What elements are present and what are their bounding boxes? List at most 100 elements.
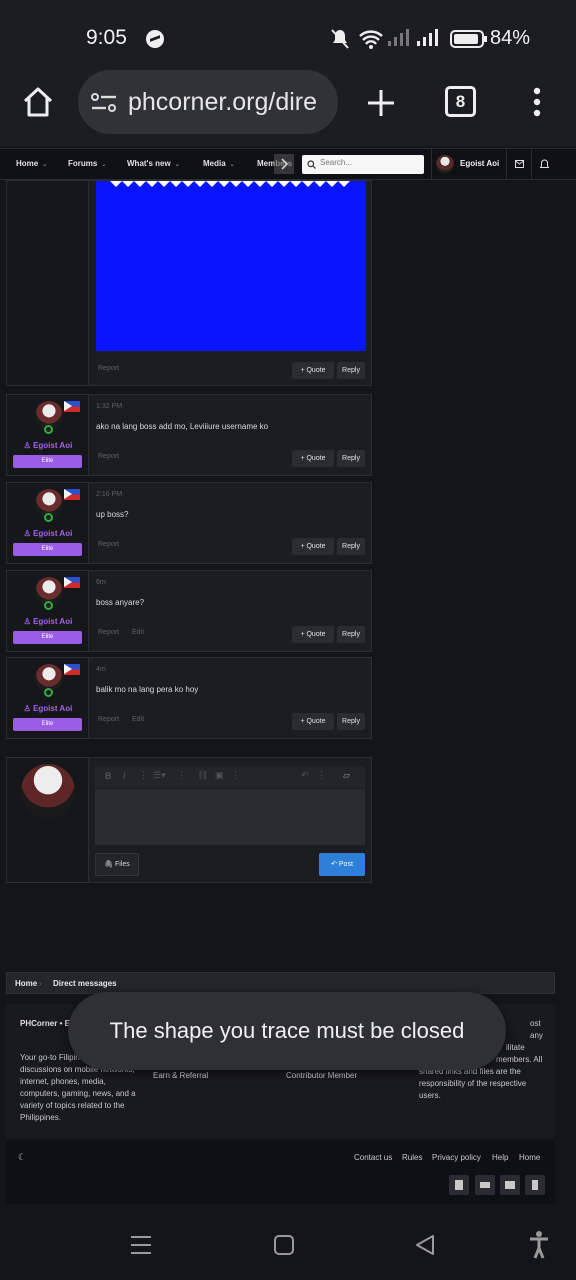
italic-icon[interactable]: I: [123, 771, 126, 781]
message-editor[interactable]: [95, 789, 365, 845]
tab-switcher-button[interactable]: 8: [445, 86, 476, 117]
online-status-icon: [44, 601, 53, 610]
home-nav-icon[interactable]: [273, 1234, 295, 1256]
avatar: [436, 155, 454, 173]
account-menu[interactable]: Egoist Aoi: [431, 149, 506, 179]
photos-icon[interactable]: [500, 1175, 520, 1195]
menu-icon[interactable]: [475, 1175, 495, 1195]
breadcrumb: Home › Direct messages: [6, 972, 555, 994]
breadcrumb-current[interactable]: Direct messages: [53, 979, 117, 988]
reply-button[interactable]: Reply: [337, 362, 365, 379]
new-tab-icon[interactable]: [366, 88, 396, 118]
footer-link-help[interactable]: Help: [492, 1153, 508, 1162]
signal-icon-2: [417, 29, 438, 46]
document-icon[interactable]: [525, 1175, 545, 1195]
editor-toolbar: B I ⋮ ☰▾ ⋮ ⛓ ▣ ⋮ ↶ ⋮ ▱: [95, 766, 365, 788]
messenger-icon: [146, 30, 164, 48]
quote-button[interactable]: + Quote: [292, 713, 334, 730]
footer-link-home[interactable]: Home: [519, 1153, 540, 1162]
quote-button[interactable]: + Quote: [292, 362, 334, 379]
post-author[interactable]: ♙ Egoist Aoi: [7, 441, 89, 450]
browser-toolbar: phcorner.org/dire 8: [0, 66, 576, 146]
url-bar[interactable]: phcorner.org/dire: [78, 70, 338, 134]
inbox-button[interactable]: [506, 149, 531, 179]
post-button[interactable]: ↶ Post: [319, 853, 365, 876]
nav-scroll-right-icon[interactable]: [274, 154, 294, 174]
toast-notification: The shape you trace must be closed: [68, 992, 506, 1070]
footer-link-rules[interactable]: Rules: [402, 1153, 422, 1162]
battery-icon: [450, 30, 487, 48]
message-post-partial: Report + Quote Reply: [6, 180, 372, 386]
alerts-button[interactable]: [531, 149, 556, 179]
more-options-icon[interactable]: ⋮: [231, 770, 240, 781]
post-message: balik mo na lang pera ko hoy: [96, 685, 199, 694]
report-link[interactable]: Report: [98, 541, 119, 548]
home-icon[interactable]: [22, 86, 54, 118]
post-time[interactable]: 6m: [96, 579, 106, 586]
nav-media[interactable]: Media ⌄: [203, 159, 235, 168]
post-author[interactable]: ♙ Egoist Aoi: [7, 529, 89, 538]
philippines-flag-icon: [64, 489, 80, 500]
post-time[interactable]: 2:16 PM: [96, 491, 122, 498]
accessibility-icon[interactable]: [528, 1230, 550, 1260]
footer-link-contributor[interactable]: Contributor Member: [286, 1070, 357, 1082]
message-post: ♙ Egoist Aoi Elite 4m balik mo na lang p…: [6, 657, 372, 739]
online-status-icon: [44, 425, 53, 434]
site-navigation: Home⌄ Forums⌄ What's new⌄ Media⌄ Members…: [0, 148, 576, 180]
recent-apps-icon[interactable]: [130, 1234, 152, 1256]
system-navigation-bar: [0, 1210, 576, 1280]
quote-button[interactable]: + Quote: [292, 538, 334, 555]
report-link[interactable]: Report: [98, 453, 119, 460]
site-settings-icon[interactable]: [90, 92, 118, 114]
message-post: ♙ Egoist Aoi Elite 2:16 PM up boss? Repo…: [6, 482, 372, 564]
post-author[interactable]: ♙ Egoist Aoi: [7, 617, 89, 626]
post-message: up boss?: [96, 510, 129, 519]
reply-button[interactable]: Reply: [337, 626, 365, 643]
post-time[interactable]: 1:32 PM: [96, 403, 122, 410]
link-icon[interactable]: ⛓: [197, 770, 208, 781]
post-author[interactable]: ♙ Egoist Aoi: [7, 704, 89, 713]
footer-link-contact[interactable]: Contact us: [354, 1153, 392, 1162]
nav-forums[interactable]: Forums ⌄: [68, 159, 106, 168]
nav-home[interactable]: Home ⌄: [16, 159, 47, 168]
zigzag-border: [110, 181, 350, 187]
footer-link-privacy[interactable]: Privacy policy: [432, 1153, 481, 1162]
back-icon[interactable]: [414, 1234, 436, 1256]
online-status-icon: [44, 513, 53, 522]
nav-whats-new[interactable]: What's new ⌄: [127, 159, 180, 168]
attach-files-button[interactable]: 🖇 Files: [95, 853, 139, 876]
post-time[interactable]: 4m: [96, 666, 106, 673]
user-badge: Elite: [13, 718, 82, 731]
report-link[interactable]: Report: [98, 716, 119, 723]
bold-icon[interactable]: B: [105, 771, 112, 781]
more-options-icon[interactable]: ⋮: [317, 770, 326, 781]
more-options-icon[interactable]: ⋮: [139, 770, 148, 781]
report-link[interactable]: Report: [98, 629, 119, 636]
list-icon[interactable]: ☰▾: [153, 770, 166, 781]
attachment-image[interactable]: [96, 181, 366, 351]
drafts-icon[interactable]: ▱: [343, 770, 350, 781]
search-box[interactable]: [302, 155, 424, 174]
undo-icon[interactable]: ↶: [301, 770, 309, 781]
facebook-icon[interactable]: [449, 1175, 469, 1195]
search-input[interactable]: [320, 158, 420, 167]
reply-button[interactable]: Reply: [337, 713, 365, 730]
more-options-icon[interactable]: ⋮: [177, 770, 186, 781]
report-link[interactable]: Report: [98, 365, 119, 372]
quote-button[interactable]: + Quote: [292, 450, 334, 467]
reply-button[interactable]: Reply: [337, 450, 365, 467]
quote-button[interactable]: + Quote: [292, 626, 334, 643]
user-badge: Elite: [13, 455, 82, 468]
reply-composer: B I ⋮ ☰▾ ⋮ ⛓ ▣ ⋮ ↶ ⋮ ▱ 🖇 Files ↶ Post: [6, 757, 372, 883]
wifi-icon: [359, 30, 383, 49]
reply-button[interactable]: Reply: [337, 538, 365, 555]
composer-user-pane: [7, 758, 89, 882]
edit-link[interactable]: Edit: [132, 716, 144, 723]
footer-disclaimer-fragment: ost any: [530, 1019, 543, 1040]
more-menu-icon[interactable]: [530, 86, 544, 120]
image-icon[interactable]: ▣: [215, 770, 224, 781]
edit-link[interactable]: Edit: [132, 629, 144, 636]
theme-toggle-icon[interactable]: ☾: [18, 1152, 26, 1163]
footer-link-earn[interactable]: Earn & Referral: [153, 1070, 208, 1082]
breadcrumb-home[interactable]: Home: [15, 979, 37, 988]
